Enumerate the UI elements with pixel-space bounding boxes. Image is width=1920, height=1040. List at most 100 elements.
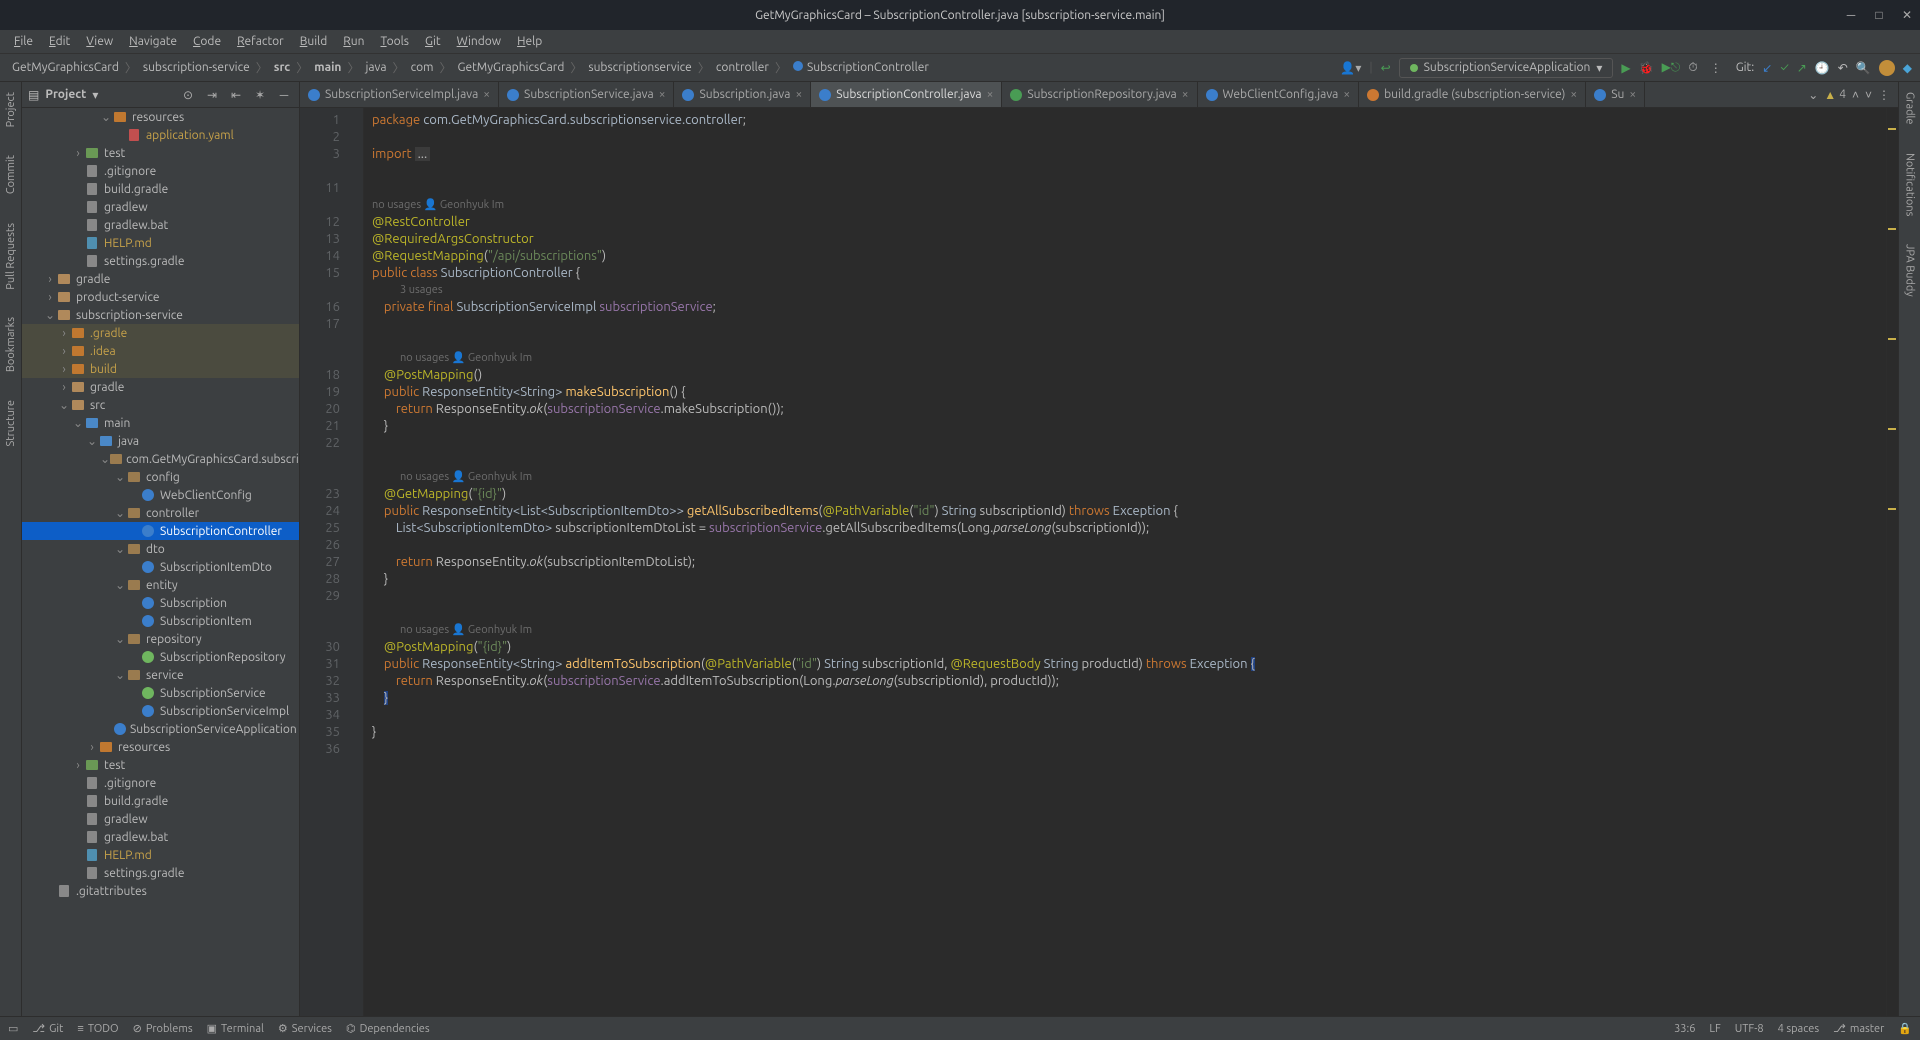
tree-arrow-icon[interactable]: ⌄ xyxy=(72,416,84,430)
tree-node[interactable]: ›gradle xyxy=(22,378,299,396)
close-icon[interactable]: ✕ xyxy=(1900,8,1914,22)
search-icon[interactable]: 🔍 xyxy=(1856,61,1871,75)
debug-icon[interactable]: 🐞 xyxy=(1639,61,1654,75)
tree-node[interactable]: SubscriptionService xyxy=(22,684,299,702)
tool-structure[interactable]: Structure xyxy=(5,396,17,451)
tool-gradle[interactable]: Gradle xyxy=(1904,88,1916,129)
tree-node[interactable]: SubscriptionItemDto xyxy=(22,558,299,576)
tree-arrow-icon[interactable]: › xyxy=(86,741,98,754)
tree-node[interactable]: build.gradle xyxy=(22,792,299,810)
warnings-badge[interactable]: ▲4 xyxy=(1824,88,1846,102)
collapse-all-icon[interactable]: ⇤ xyxy=(227,86,245,104)
fold-gutter[interactable] xyxy=(348,108,364,1016)
breadcrumb[interactable]: GetMyGraphicsCard xyxy=(454,61,569,74)
editor-tab[interactable]: SubscriptionRepository.java× xyxy=(1002,82,1197,108)
tree-node[interactable]: ⌄src xyxy=(22,396,299,414)
menu-edit[interactable]: Edit xyxy=(43,33,76,50)
tree-node[interactable]: WebClientConfig xyxy=(22,486,299,504)
close-tab-icon[interactable]: × xyxy=(987,88,994,101)
sb-pos[interactable]: 33:6 xyxy=(1674,1023,1695,1035)
tree-node[interactable]: ⌄main xyxy=(22,414,299,432)
avatar-icon[interactable] xyxy=(1879,60,1895,76)
tree-arrow-icon[interactable]: ⌄ xyxy=(114,668,126,682)
tree-node[interactable]: ⌄config xyxy=(22,468,299,486)
tree-arrow-icon[interactable]: › xyxy=(72,147,84,160)
tree-node[interactable]: ›.idea xyxy=(22,342,299,360)
tree-node[interactable]: gradlew.bat xyxy=(22,828,299,846)
editor-tab[interactable]: SubscriptionController.java× xyxy=(811,82,1002,108)
tree-arrow-icon[interactable]: ⌄ xyxy=(100,452,110,466)
tree-node[interactable]: ⌄java xyxy=(22,432,299,450)
editor-tab[interactable]: SubscriptionServiceImpl.java× xyxy=(300,82,499,108)
more-icon[interactable]: ⋮ xyxy=(1878,88,1890,102)
tree-node[interactable]: build.gradle xyxy=(22,180,299,198)
close-tab-icon[interactable]: × xyxy=(1343,88,1350,101)
sb-enc[interactable]: UTF-8 xyxy=(1735,1023,1764,1035)
tree-node[interactable]: ⌄com.GetMyGraphicsCard.subscriptionservi… xyxy=(22,450,299,468)
breadcrumb[interactable]: subscriptionservice xyxy=(584,61,695,74)
tree-node[interactable]: .gitignore xyxy=(22,774,299,792)
tree-node[interactable]: ›product-service xyxy=(22,288,299,306)
ide-settings-icon[interactable]: ◆ xyxy=(1903,61,1912,75)
chevron-down-icon[interactable]: ▾ xyxy=(92,88,98,102)
tree-arrow-icon[interactable]: ⌄ xyxy=(114,542,126,556)
tree-arrow-icon[interactable]: ⌄ xyxy=(58,398,70,412)
tree-arrow-icon[interactable]: › xyxy=(44,273,56,286)
line-gutter[interactable]: 1231112131415161718192021222324252627282… xyxy=(300,108,348,1016)
sb-le[interactable]: LF xyxy=(1709,1023,1720,1035)
breadcrumb[interactable]: src xyxy=(270,61,294,74)
code-area[interactable]: package com.GetMyGraphicsCard.subscripti… xyxy=(364,108,1886,1016)
editor-tab[interactable]: SubscriptionService.java× xyxy=(499,82,674,108)
back-arrow-icon[interactable]: ↩ xyxy=(1381,61,1391,75)
menu-refactor[interactable]: Refactor xyxy=(231,33,290,50)
select-opened-icon[interactable]: ⊙ xyxy=(179,86,197,104)
menu-window[interactable]: Window xyxy=(451,33,507,50)
tree-arrow-icon[interactable]: ⌄ xyxy=(114,470,126,484)
breadcrumb[interactable]: java xyxy=(361,61,390,74)
tree-node[interactable]: HELP.md xyxy=(22,234,299,252)
tree-node[interactable]: .gitignore xyxy=(22,162,299,180)
tree-node[interactable]: SubscriptionController xyxy=(22,522,299,540)
chevron-down-icon[interactable]: ˅ xyxy=(1865,88,1872,102)
editor-tab[interactable]: WebClientConfig.java× xyxy=(1198,82,1360,108)
tree-node[interactable]: SubscriptionRepository xyxy=(22,648,299,666)
tree-arrow-icon[interactable]: ⌄ xyxy=(86,434,98,448)
git-rollback-icon[interactable]: ↶ xyxy=(1838,61,1848,75)
tree-node[interactable]: ⌄controller xyxy=(22,504,299,522)
tree-node[interactable]: SubscriptionServiceApplication xyxy=(22,720,299,738)
git-update-icon[interactable]: ↙ xyxy=(1762,61,1772,75)
tree-arrow-icon[interactable]: › xyxy=(72,759,84,772)
coverage-icon[interactable]: ▶⎋ xyxy=(1662,60,1681,75)
tree-arrow-icon[interactable]: › xyxy=(58,381,70,394)
tree-node[interactable]: SubscriptionServiceImpl xyxy=(22,702,299,720)
close-tab-icon[interactable]: × xyxy=(659,88,666,101)
tree-node[interactable]: gradlew.bat xyxy=(22,216,299,234)
run-config-select[interactable]: SubscriptionServiceApplication ▾ xyxy=(1399,58,1614,78)
breadcrumb[interactable]: GetMyGraphicsCard xyxy=(8,61,123,74)
tree-node[interactable]: Subscription xyxy=(22,594,299,612)
tool-pull-requests[interactable]: Pull Requests xyxy=(5,219,17,294)
breadcrumb[interactable]: subscription-service xyxy=(139,61,254,74)
sb-lock-icon[interactable]: 🔒 xyxy=(1898,1022,1912,1035)
sb-branch[interactable]: ⎇ master xyxy=(1833,1022,1884,1035)
close-tab-icon[interactable]: × xyxy=(795,88,802,101)
menu-git[interactable]: Git xyxy=(419,33,447,50)
breadcrumb[interactable]: com xyxy=(407,61,438,74)
close-tab-icon[interactable]: × xyxy=(1629,88,1636,101)
breadcrumb[interactable]: main xyxy=(310,61,345,74)
error-stripe[interactable] xyxy=(1886,108,1898,1016)
expand-all-icon[interactable]: ⇥ xyxy=(203,86,221,104)
sb-indent[interactable]: 4 spaces xyxy=(1778,1023,1820,1035)
tree-arrow-icon[interactable]: ⌄ xyxy=(44,308,56,322)
run-icon[interactable]: ▶ xyxy=(1621,61,1630,75)
tree-arrow-icon[interactable]: ⌄ xyxy=(114,632,126,646)
tree-arrow-icon[interactable]: › xyxy=(44,291,56,304)
menu-build[interactable]: Build xyxy=(294,33,334,50)
users-icon[interactable]: 👤▾ xyxy=(1340,61,1361,75)
menu-navigate[interactable]: Navigate xyxy=(123,33,183,50)
tree-node[interactable]: ›test xyxy=(22,756,299,774)
tree-node[interactable]: HELP.md xyxy=(22,846,299,864)
close-tab-icon[interactable]: × xyxy=(1570,88,1577,101)
maximize-icon[interactable]: □ xyxy=(1872,8,1886,22)
menu-run[interactable]: Run xyxy=(337,33,370,50)
